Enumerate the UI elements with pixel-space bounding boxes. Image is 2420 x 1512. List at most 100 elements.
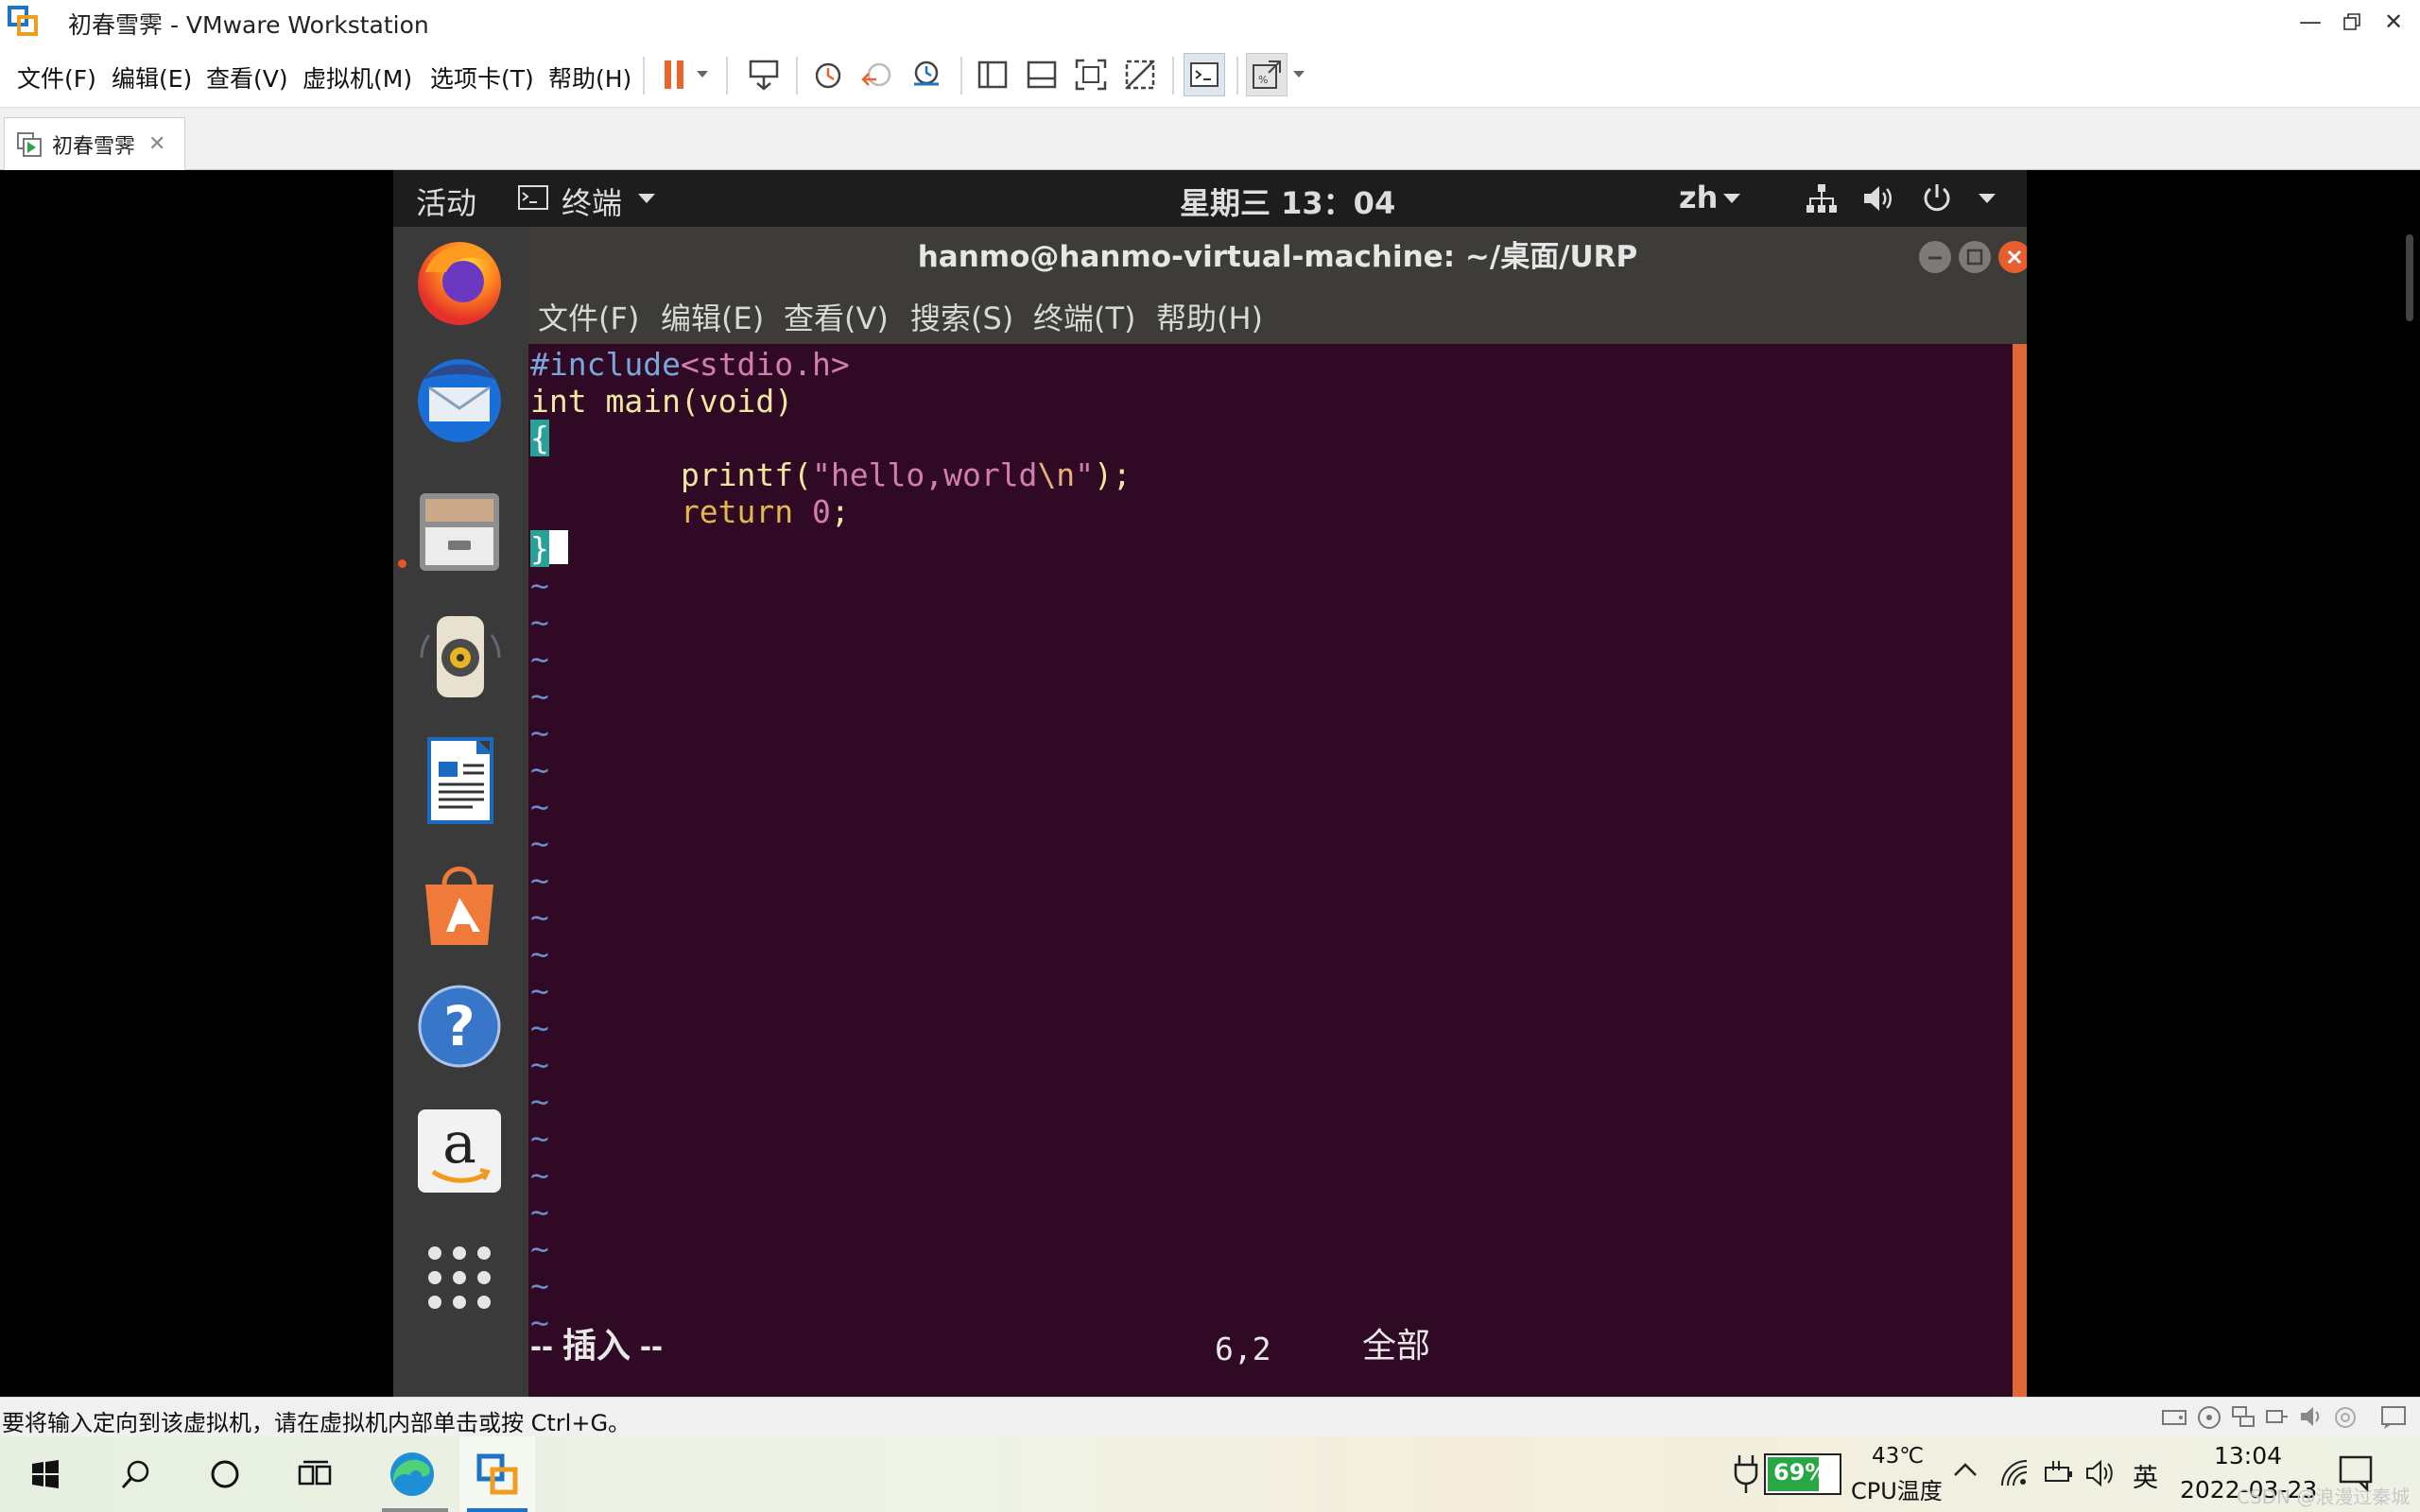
- terminal-menu-terminal[interactable]: 终端(T): [1033, 295, 1136, 338]
- empty-line-tilde: ~: [530, 1046, 549, 1083]
- clock-time[interactable]: 13:04: [2214, 1442, 2282, 1469]
- terminal-menu-edit[interactable]: 编辑(E): [661, 295, 764, 338]
- dropdown-icon[interactable]: [688, 53, 717, 96]
- tab-vm[interactable]: 初春雪霁 ✕: [4, 117, 185, 170]
- menu-vm[interactable]: 虚拟机(M): [302, 60, 412, 94]
- device-icons: [2161, 1405, 2407, 1430]
- toolbar-separator: [726, 57, 728, 94]
- empty-line-tilde: ~: [530, 604, 549, 641]
- thumbnail-bar-icon[interactable]: [1021, 53, 1063, 96]
- close-icon[interactable]: ✕: [2367, 0, 2420, 43]
- menu-edit[interactable]: 编辑(E): [112, 60, 192, 94]
- usb-icon[interactable]: [2265, 1405, 2290, 1430]
- snapshot-icon[interactable]: [807, 53, 849, 96]
- vmware-logo-icon: [8, 6, 40, 38]
- chevron-down-icon[interactable]: [1978, 193, 1996, 204]
- tab-label: 初春雪霁: [52, 134, 136, 159]
- terminal-body[interactable]: #include<stdio.h> int main(void) { print…: [528, 344, 2013, 1397]
- empty-line-tilde: ~: [530, 788, 549, 825]
- hard-disk-icon[interactable]: [2161, 1405, 2187, 1430]
- edge-icon[interactable]: [374, 1436, 450, 1512]
- menu-file[interactable]: 文件(F): [17, 60, 96, 94]
- power-icon[interactable]: [1921, 181, 1953, 214]
- menu-view[interactable]: 查看(V): [206, 60, 288, 94]
- cortana-icon[interactable]: [187, 1436, 263, 1512]
- windows-taskbar: 69% 43℃ CPU温度 英 13:04 2022-03-23 CSDN @浪…: [0, 1436, 2420, 1512]
- terminal-menu-file[interactable]: 文件(F): [538, 295, 639, 338]
- terminal-close-icon[interactable]: [1997, 240, 2027, 274]
- menu-bar: 文件(F) 编辑(E) 查看(V) 虚拟机(M) 选项卡(T) 帮助(H) %: [0, 43, 2420, 108]
- fullscreen-icon[interactable]: [1070, 53, 1112, 96]
- chevron-down-icon[interactable]: [1722, 193, 1741, 204]
- menu-help[interactable]: 帮助(H): [548, 60, 631, 94]
- thunderbird-icon[interactable]: [412, 352, 507, 446]
- chevron-up-icon[interactable]: [1953, 1461, 1978, 1478]
- send-ctrl-alt-del-icon[interactable]: [743, 53, 785, 96]
- clock[interactable]: 星期三 13：04: [1180, 180, 1395, 223]
- app-menu[interactable]: 终端: [562, 180, 622, 223]
- notification-center-icon[interactable]: [2339, 1455, 2373, 1491]
- terminal-menu-search[interactable]: 搜索(S): [910, 295, 1013, 338]
- battery-icon[interactable]: [2044, 1459, 2074, 1487]
- stretch-guest-icon[interactable]: %: [1246, 53, 1288, 96]
- terminal-menu-view[interactable]: 查看(V): [784, 295, 889, 338]
- include-path: <stdio.h>: [680, 346, 850, 383]
- toolbar-separator: [796, 57, 798, 94]
- vm-scrollbar-thumb[interactable]: [2406, 234, 2413, 321]
- network-icon[interactable]: [1806, 183, 1838, 214]
- window-title: 初春雪霁 - VMware Workstation: [68, 11, 429, 39]
- message-log-icon[interactable]: [2380, 1405, 2407, 1430]
- cursor-position: 6,2: [1215, 1331, 1271, 1367]
- snapshot-manager-icon[interactable]: [906, 53, 947, 96]
- search-icon[interactable]: [98, 1436, 174, 1512]
- empty-line-tilde: ~: [530, 678, 549, 714]
- printer-icon[interactable]: [2333, 1405, 2358, 1430]
- wifi-icon[interactable]: [2000, 1459, 2029, 1487]
- empty-line-tilde: ~: [530, 1194, 549, 1230]
- empty-line-tilde: ~: [530, 567, 549, 604]
- vm-display[interactable]: 活动 终端 星期三 13：04 zh ? a hanmo@hanmo-virtu…: [0, 170, 2420, 1397]
- terminal-maximize-icon[interactable]: [1958, 240, 1992, 274]
- amazon-icon[interactable]: a: [412, 1104, 507, 1198]
- input-method[interactable]: zh: [1679, 180, 1718, 215]
- revert-snapshot-icon[interactable]: [856, 53, 898, 96]
- brace-open-highlight: {: [530, 420, 549, 456]
- empty-line-tilde: ~: [530, 1230, 549, 1267]
- library-icon[interactable]: [972, 53, 1013, 96]
- terminal-scrollbar[interactable]: [2013, 344, 2027, 1397]
- terminal-menu-help[interactable]: 帮助(H): [1156, 295, 1263, 338]
- console-view-icon[interactable]: [1184, 53, 1225, 96]
- empty-line-tilde: ~: [530, 862, 549, 899]
- ime-indicator[interactable]: 英: [2133, 1457, 2158, 1494]
- guest-screen[interactable]: 活动 终端 星期三 13：04 zh ? a hanmo@hanmo-virtu…: [393, 170, 2027, 1397]
- menu-tabs[interactable]: 选项卡(T): [430, 60, 534, 94]
- code-line: printf("hello,world\n");: [530, 456, 1132, 493]
- network-adapter-icon[interactable]: [2231, 1405, 2256, 1430]
- help-icon[interactable]: ?: [412, 979, 507, 1074]
- power-plug-icon[interactable]: [1732, 1453, 1760, 1495]
- task-view-icon[interactable]: [278, 1436, 354, 1512]
- activities-button[interactable]: 活动: [416, 180, 476, 223]
- unity-icon[interactable]: [1119, 53, 1161, 96]
- volume-icon[interactable]: [1862, 183, 1896, 214]
- volume-icon[interactable]: [2085, 1459, 2116, 1487]
- terminal-minimize-icon[interactable]: [1918, 240, 1952, 274]
- battery-indicator[interactable]: 69%: [1764, 1453, 1841, 1495]
- sound-card-icon[interactable]: [2299, 1405, 2324, 1430]
- tab-close-icon[interactable]: ✕: [148, 132, 165, 156]
- rhythmbox-icon[interactable]: [412, 609, 507, 703]
- vmware-taskbar-icon[interactable]: [459, 1436, 535, 1512]
- code-line: return 0;: [530, 493, 850, 530]
- cd-dvd-icon[interactable]: [2197, 1405, 2221, 1430]
- files-icon[interactable]: [412, 484, 507, 578]
- show-apps-icon[interactable]: [412, 1228, 507, 1323]
- software-center-icon[interactable]: [412, 856, 507, 951]
- firefox-icon[interactable]: [412, 234, 507, 329]
- libreoffice-writer-icon[interactable]: [412, 733, 507, 828]
- text-cursor: [548, 530, 568, 564]
- include-directive: #include: [530, 346, 681, 383]
- windows-start-icon[interactable]: [8, 1436, 83, 1512]
- empty-line-tilde: ~: [530, 1157, 549, 1194]
- dropdown-icon[interactable]: [1288, 53, 1310, 96]
- chevron-down-icon[interactable]: [637, 193, 656, 204]
